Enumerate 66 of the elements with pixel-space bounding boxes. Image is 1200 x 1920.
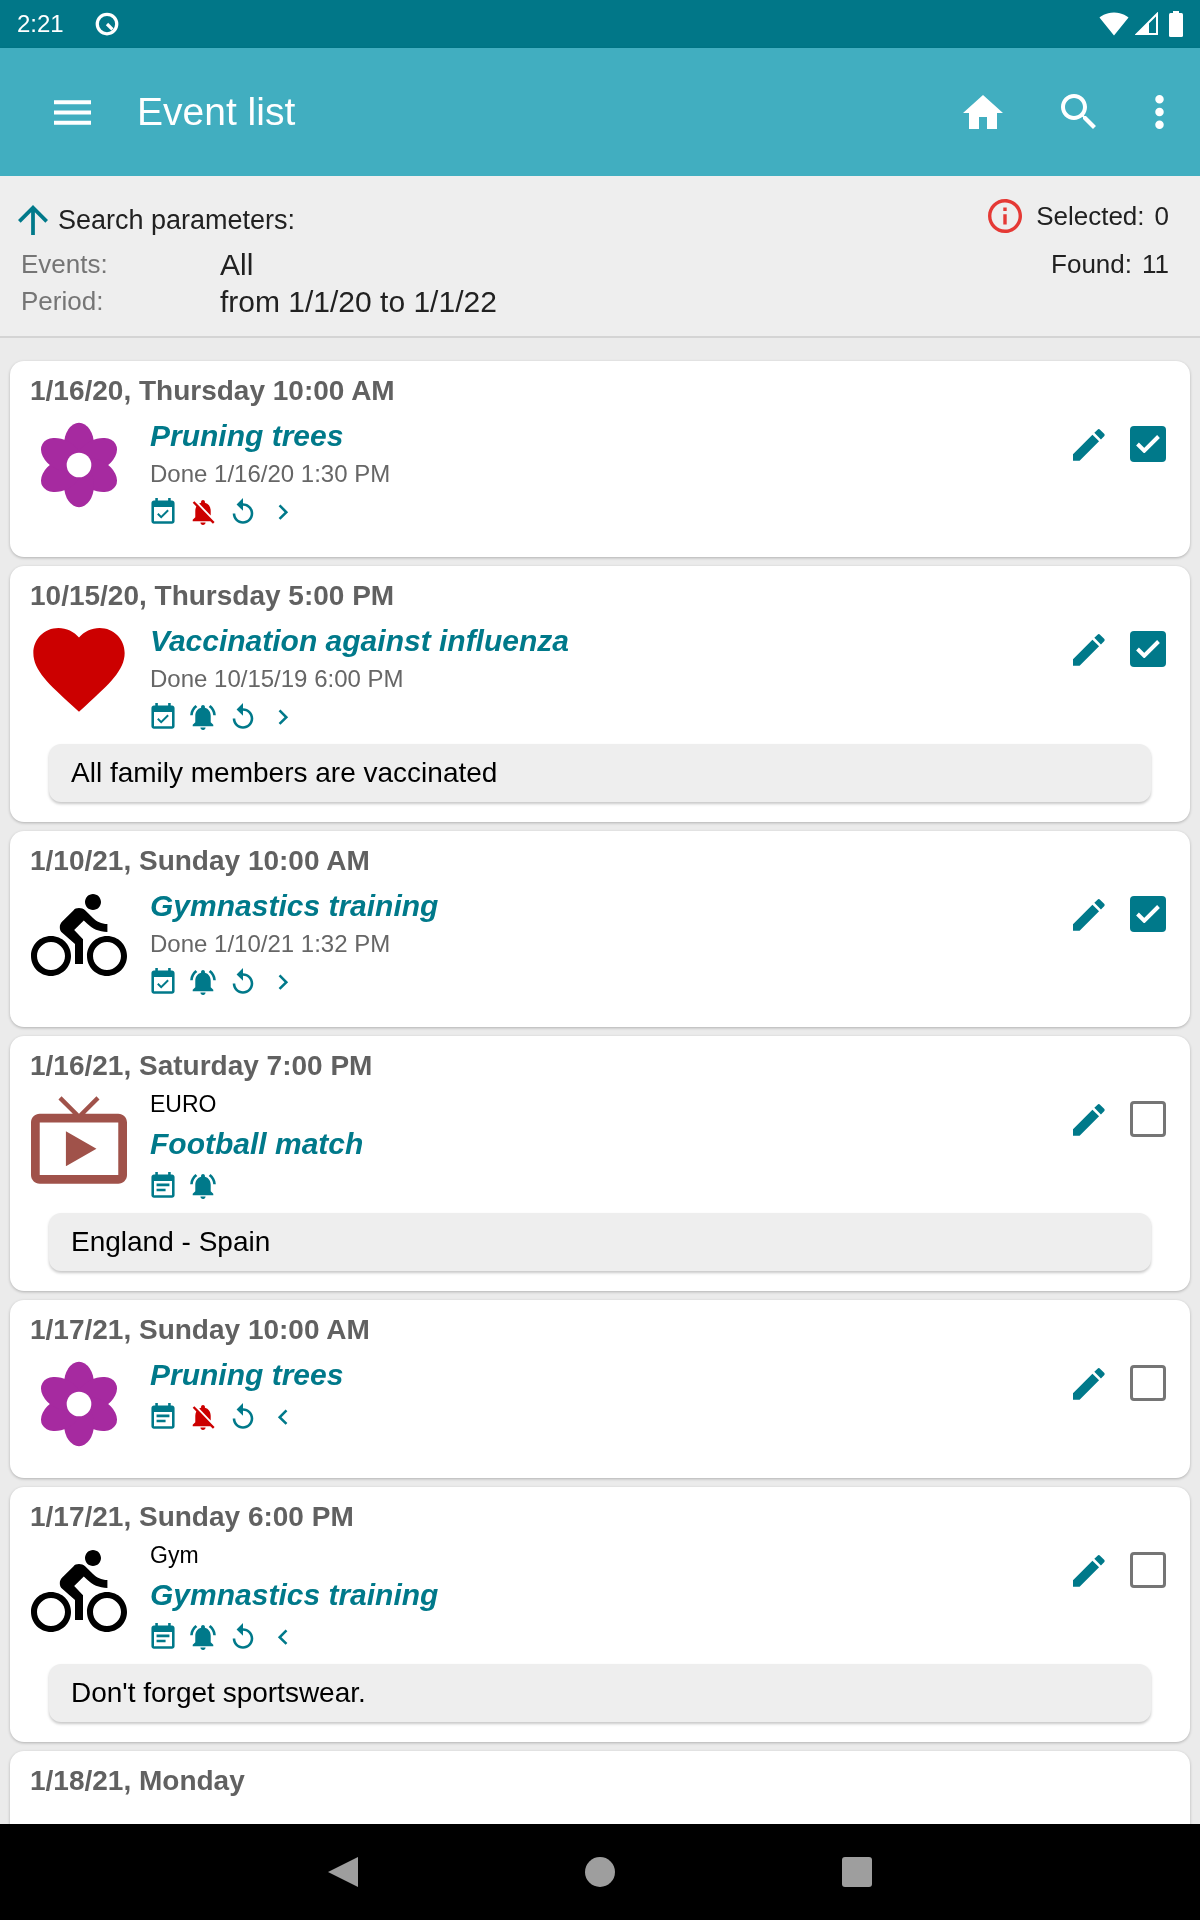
event-category: EURO [150,1091,217,1117]
app-title: Event list [137,88,296,135]
check-icon [1136,905,1160,923]
event-note: All family members are vaccinated [49,744,1151,802]
edit-pencil-icon[interactable] [1073,427,1105,461]
check-icon [1136,435,1160,453]
event-date: 1/17/21, Sunday 6:00 PM [30,1501,355,1533]
event-date: 10/15/20, Thursday 5:00 PM [30,580,396,612]
edit-pencil-icon[interactable] [1073,1553,1105,1587]
home-icon[interactable] [963,95,1003,129]
arrow-up-icon[interactable] [18,205,48,235]
selected-label: Selected: [1036,199,1145,233]
more-vertical-icon[interactable] [1155,95,1164,129]
done-time: Done 1/16/20 1:30 PM [150,459,391,489]
edit-pencil-icon[interactable] [1073,1366,1105,1400]
event-card[interactable]: 1/17/21, Sunday 6:00 PM Gym Gymnastics training Don't forget sportswear. [10,1487,1190,1742]
checkbox[interactable] [1130,631,1166,667]
event-title: Pruning trees [150,1357,344,1393]
parameter-label: Period: [21,285,105,318]
event-card[interactable]: 1/16/21, Saturday 7:00 PM EURO Football match England - Spain [10,1036,1190,1291]
event-note: Don't forget sportswear. [49,1664,1151,1722]
event-card[interactable]: 1/18/21, Monday [10,1751,1190,1824]
edit-pencil-icon[interactable] [1073,1102,1105,1136]
event-title: Gymnastics training [150,888,439,924]
event-card[interactable]: 10/15/20, Thursday 5:00 PM Vaccination against influenza Done 10/15/19 6:00 PM All family members are vaccinated [10,566,1190,822]
battery-icon [1169,11,1183,37]
home-circle-icon[interactable] [585,1857,615,1887]
checkbox[interactable] [1130,1552,1166,1588]
checkbox[interactable] [1130,1101,1166,1137]
event-date: 1/18/21, Monday [30,1765,246,1797]
event-date: 1/10/21, Sunday 10:00 AM [30,845,371,877]
event-category: Gym [150,1542,199,1568]
checkbox[interactable] [1130,1365,1166,1401]
status-time: 2:21 [17,9,64,39]
parameter-value: from 1/1/20 to 1/1/22 [220,284,497,320]
event-date: 1/16/20, Thursday 10:00 AM [30,375,396,407]
found-count: 11 [1142,247,1169,281]
checkbox[interactable] [1130,896,1166,932]
event-title: Pruning trees [150,418,344,454]
event-card[interactable]: 1/16/20, Thursday 10:00 AM Pruning trees Done 1/16/20 1:30 PM [10,361,1190,557]
event-note: England - Spain [49,1213,1151,1271]
search-parameters-heading: Search parameters: [58,203,296,237]
ring-icon [93,11,120,37]
menu-icon[interactable] [54,99,91,125]
found-label: Found: [1051,247,1132,281]
event-card[interactable]: 1/17/21, Sunday 10:00 AM Pruning trees [10,1300,1190,1478]
check-icon [1136,640,1160,658]
event-title: Gymnastics training [150,1577,439,1613]
done-time: Done 1/10/21 1:32 PM [150,929,391,959]
event-date: 1/17/21, Sunday 10:00 AM [30,1314,371,1346]
parameter-label: Events: [21,248,109,281]
selected-count: 0 [1154,199,1169,233]
signal-icon [1135,12,1159,36]
edit-pencil-icon[interactable] [1073,897,1105,931]
parameter-value: All [220,247,254,283]
event-title: Football match [150,1126,364,1162]
wifi-icon [1099,12,1129,36]
edit-pencil-icon[interactable] [1073,632,1105,666]
event-title: Vaccination against influenza [150,623,569,659]
checkbox[interactable] [1130,426,1166,462]
event-card[interactable]: 1/10/21, Sunday 10:00 AM Gymnastics training Done 1/10/21 1:32 PM [10,831,1190,1027]
info-icon [988,199,1023,233]
event-date: 1/16/21, Saturday 7:00 PM [30,1050,374,1082]
done-time: Done 10/15/19 6:00 PM [150,664,404,694]
search-icon[interactable] [1061,94,1097,130]
back-icon[interactable] [328,1857,358,1887]
